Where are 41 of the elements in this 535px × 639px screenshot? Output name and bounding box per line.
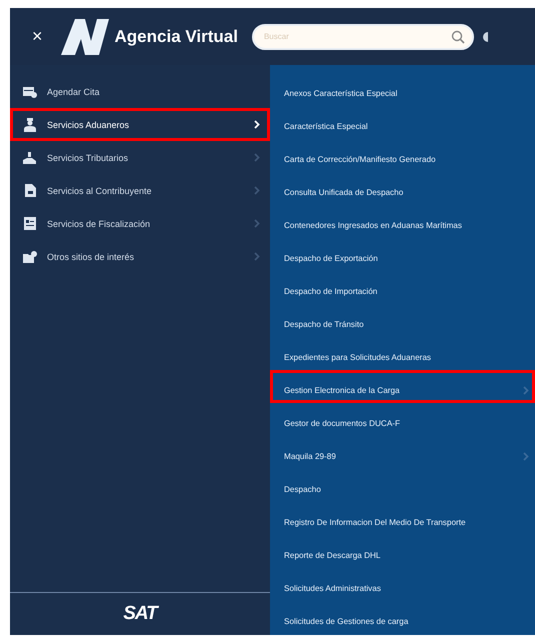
submenu-item[interactable]: Contenedores Ingresados en Aduanas Marítimas — [270, 205, 535, 238]
person-icon — [24, 118, 36, 132]
submenu-item[interactable]: Solicitudes Administrativas — [270, 568, 535, 601]
id-card-icon — [24, 217, 36, 230]
sidebar-item[interactable]: Servicios de Fiscalización — [10, 207, 270, 240]
item-label: Otros sitios de interés — [47, 252, 136, 262]
item-label: Servicios Aduaneros — [47, 120, 130, 130]
item-label: Servicios al Contribuyente — [47, 186, 153, 196]
submenu-item[interactable]: Reporte de Descarga DHL — [270, 535, 535, 568]
sidebar-item[interactable]: Agendar Cita — [10, 75, 270, 108]
submenu-item[interactable]: Solicitudes de Gestiones de carga — [270, 601, 535, 634]
submenu-item[interactable]: Registro De Informacion Del Medio De Transporte — [270, 502, 535, 535]
sidebar-item[interactable]: Servicios Tributarios — [10, 141, 270, 174]
item-label: Servicios Tributarios — [47, 152, 130, 162]
sidebar-item[interactable]: Otros sitios de interés — [10, 240, 270, 273]
hand-icon — [23, 152, 37, 164]
sidebar-item[interactable]: Servicios Aduaneros — [10, 108, 270, 141]
submenu-item[interactable]: Consulta Unificada de Despacho — [270, 172, 535, 205]
submenu-item[interactable]: Anexos Característica Especial — [270, 73, 535, 106]
app-title: Agencia Virtual — [114, 26, 238, 46]
calendar-icon — [23, 86, 37, 98]
search-icon — [450, 30, 465, 44]
submenu-item[interactable]: Maquila 29-89 — [270, 436, 535, 469]
submenu-item[interactable]: Despacho — [270, 469, 535, 502]
search-field[interactable]: Buscar — [252, 24, 474, 50]
submenu-item[interactable]: Carta de Corrección/Manifiesto Generado — [270, 139, 535, 172]
close-button[interactable]: × — [32, 26, 43, 47]
submenu-item[interactable]: Expedientes para Solicitudes Aduaneras — [270, 337, 535, 370]
submenu-item[interactable]: Gestion Electronica de la Carga — [270, 370, 535, 403]
logo-icon — [60, 18, 109, 54]
document-icon — [24, 184, 36, 197]
item-label: Servicios de Fiscalización — [47, 218, 152, 228]
submenu-item[interactable]: Despacho de Tránsito — [270, 304, 535, 337]
folder-icon — [23, 250, 37, 262]
item-label: Agendar Cita — [47, 86, 101, 96]
submenu-item[interactable]: Despacho de Importación — [270, 271, 535, 304]
sat-logo: SAT — [123, 603, 157, 625]
submenu-item[interactable]: Gestor de documentos DUCA-F — [270, 403, 535, 436]
submenu-item[interactable]: Característica Especial — [270, 106, 535, 139]
submenu-item[interactable]: Despacho de Exportación — [270, 238, 535, 271]
sidebar-item[interactable]: Servicios al Contribuyente — [10, 174, 270, 207]
